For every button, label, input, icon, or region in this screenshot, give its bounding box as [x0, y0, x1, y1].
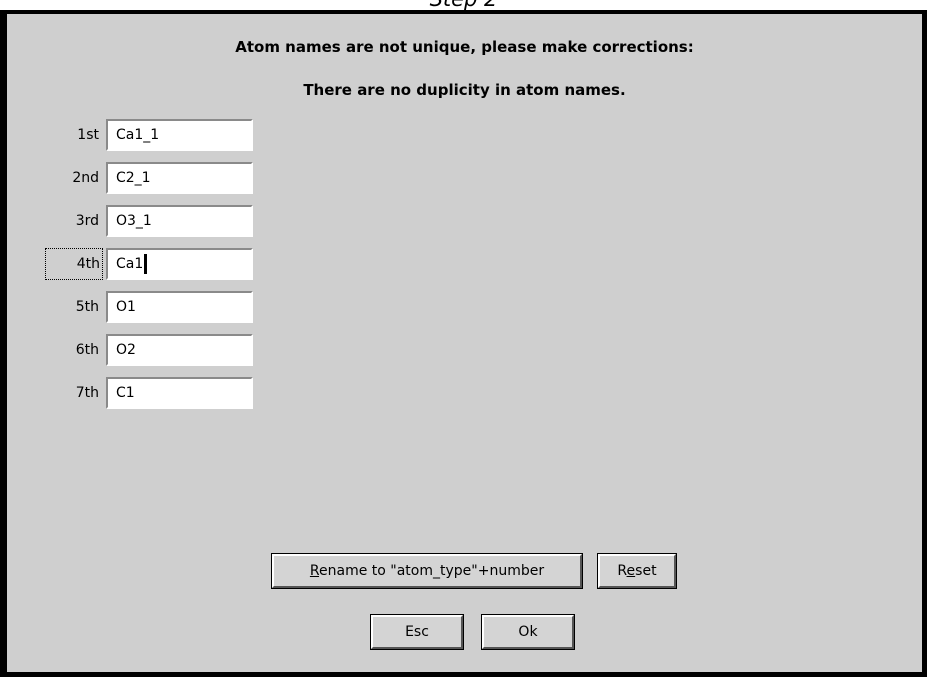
atom-label-3rd: 3rd [75, 213, 99, 229]
atom-label-6th: 6th [75, 342, 99, 358]
reset-mnemonic: e [626, 563, 636, 579]
atom-name-input-7[interactable] [106, 377, 253, 409]
rename-atom-type-button[interactable]: Rename to "atom_type"+number [271, 553, 583, 589]
ok-button[interactable]: Ok [481, 614, 575, 650]
atom-label-7th: 7th [75, 385, 99, 401]
atom-name-input-1[interactable] [106, 119, 253, 151]
rename-mnemonic: R [309, 563, 320, 579]
atom-label-5th: 5th [75, 299, 99, 315]
text-cursor [144, 254, 148, 274]
dialog-panel: Atom names are not unique, please make c… [7, 14, 922, 672]
atom-name-input-5[interactable] [106, 291, 253, 323]
reset-label-pre: R [617, 563, 627, 579]
atom-name-value-4: Ca1 [116, 256, 144, 272]
reset-label-rest: set [635, 563, 657, 579]
atom-name-input-4[interactable]: Ca1 [106, 248, 253, 280]
atom-name-input-3[interactable] [106, 205, 253, 237]
instruction-text: Atom names are not unique, please make c… [235, 38, 694, 56]
status-message: There are no duplicity in atom names. [303, 81, 626, 99]
atom-name-input-2[interactable] [106, 162, 253, 194]
rename-label: ename to "atom_type"+number [319, 563, 545, 579]
esc-button[interactable]: Esc [370, 614, 464, 650]
atom-label-2nd: 2nd [72, 170, 99, 186]
reset-button[interactable]: Reset [597, 553, 677, 589]
atom-name-input-6[interactable] [106, 334, 253, 366]
atom-label-4th: 4th [45, 248, 103, 280]
atom-label-1st: 1st [77, 127, 99, 143]
dialog-frame: Atom names are not unique, please make c… [0, 10, 927, 677]
